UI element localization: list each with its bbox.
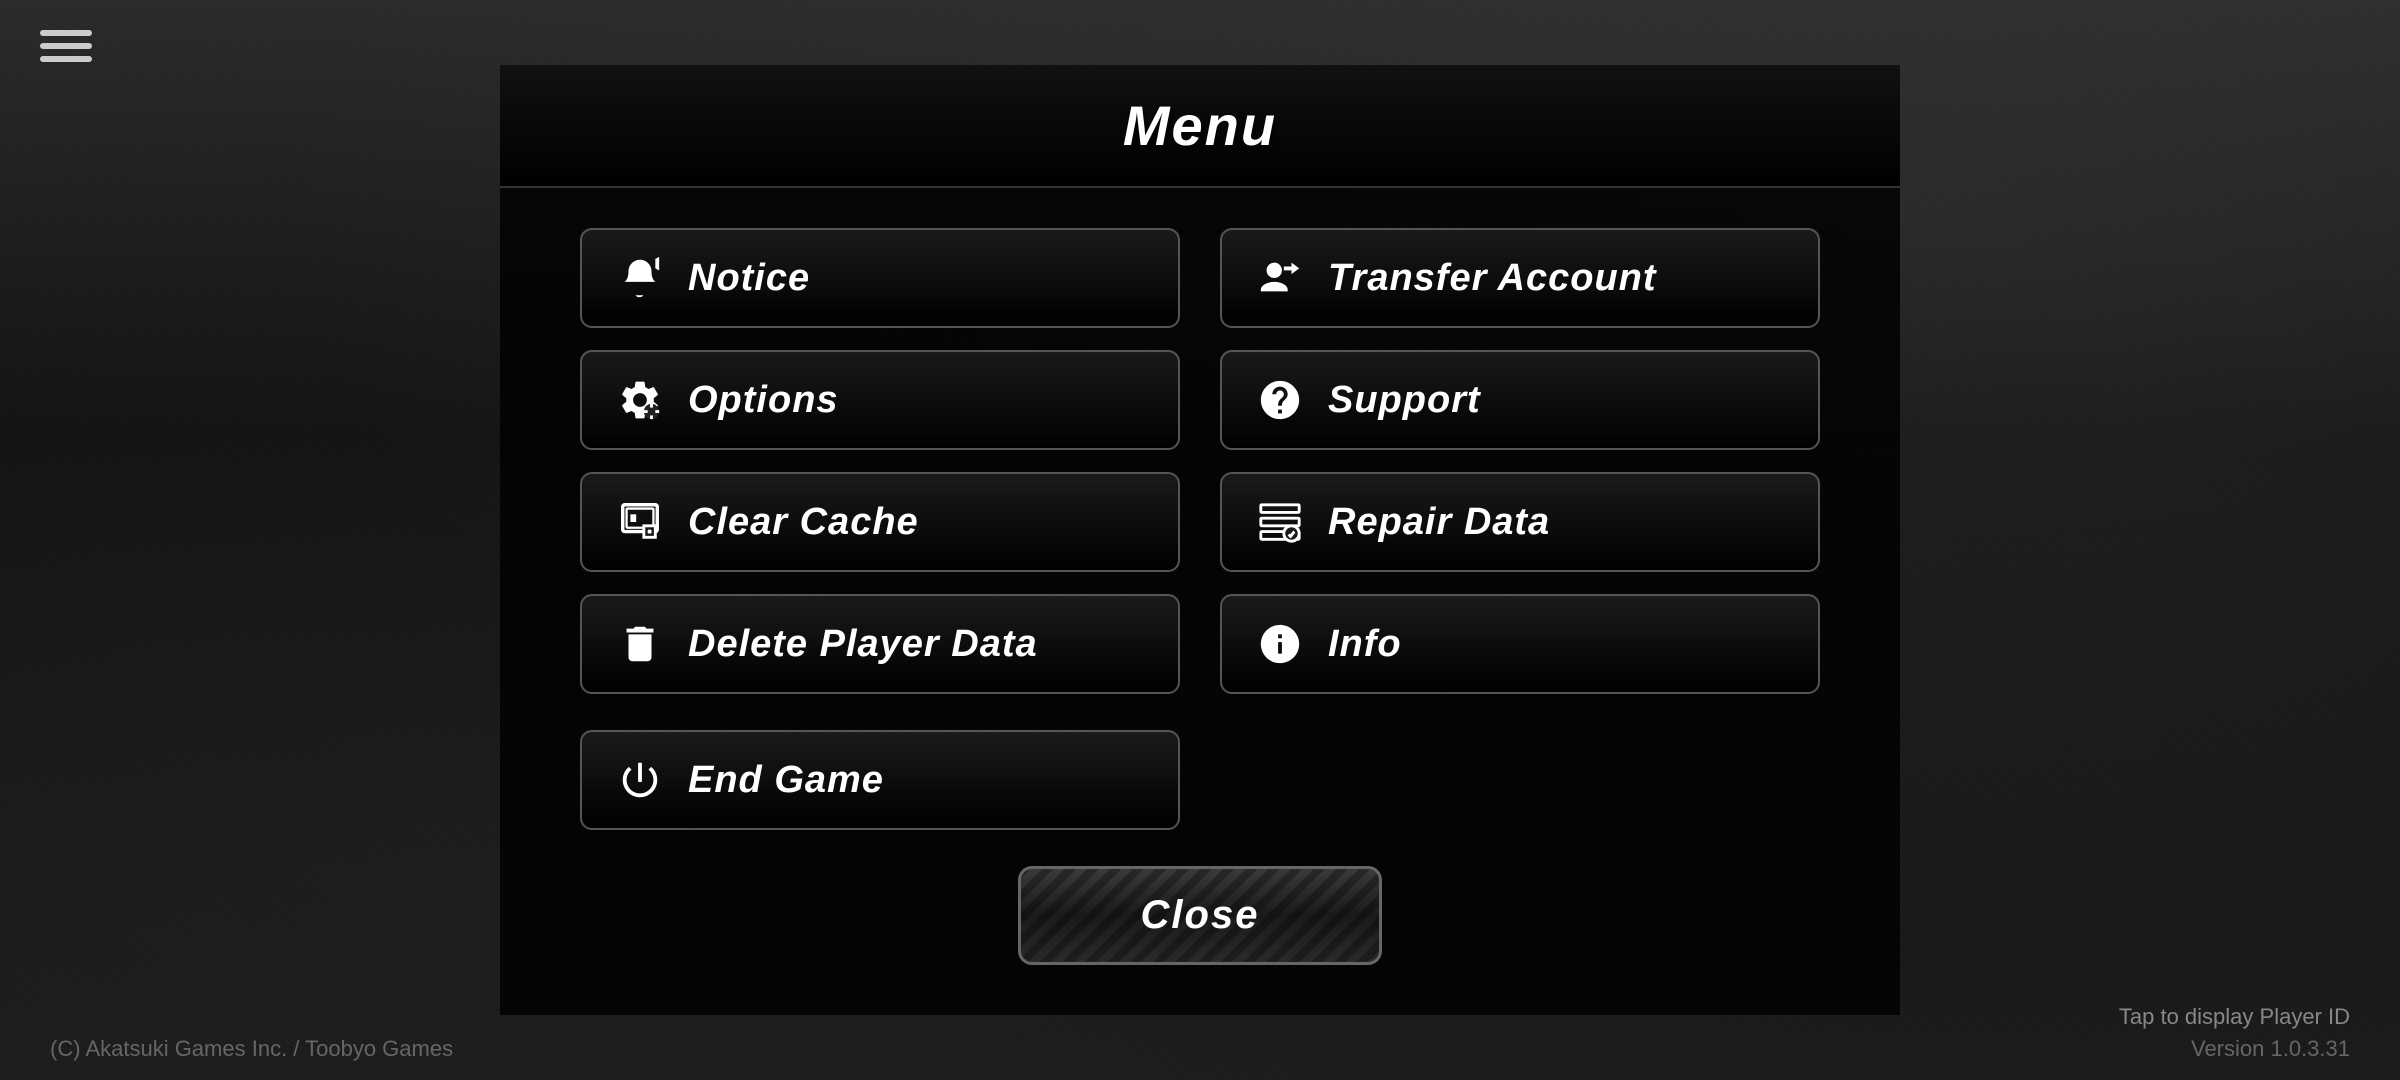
delete-player-data-button[interactable]: Delete Player Data — [580, 594, 1180, 694]
hamburger-button[interactable] — [40, 30, 92, 62]
close-row: Close — [500, 866, 1900, 965]
transfer-account-icon — [1254, 252, 1306, 304]
info-button[interactable]: Info — [1220, 594, 1820, 694]
close-button[interactable]: Close — [1018, 866, 1383, 965]
menu-panel: Menu Notice — [500, 65, 1900, 1015]
notice-label: Notice — [688, 257, 810, 300]
menu-grid: Notice Transfer Account — [500, 228, 1900, 694]
copyright-text: (C) Akatsuki Games Inc. / Toobyo Games — [50, 1036, 453, 1062]
info-icon — [1254, 618, 1306, 670]
menu-title-bar: Menu — [500, 65, 1900, 188]
options-button[interactable]: Options — [580, 350, 1180, 450]
delete-player-data-icon — [614, 618, 666, 670]
transfer-account-label: Transfer Account — [1328, 257, 1657, 300]
clear-cache-label: Clear Cache — [688, 501, 919, 544]
repair-data-label: Repair Data — [1328, 501, 1550, 544]
end-game-icon — [614, 754, 666, 806]
bottom-bar: (C) Akatsuki Games Inc. / Toobyo Games T… — [0, 986, 2400, 1080]
info-label: Info — [1328, 623, 1402, 666]
end-game-button[interactable]: End Game — [580, 730, 1180, 830]
support-label: Support — [1328, 379, 1481, 422]
delete-player-data-label: Delete Player Data — [688, 623, 1038, 666]
tap-display-text[interactable]: Tap to display Player ID — [2119, 1004, 2350, 1030]
version-text: Version 1.0.3.31 — [2191, 1036, 2350, 1062]
clear-cache-button[interactable]: Clear Cache — [580, 472, 1180, 572]
end-game-label: End Game — [688, 759, 884, 802]
support-button[interactable]: Support — [1220, 350, 1820, 450]
transfer-account-button[interactable]: Transfer Account — [1220, 228, 1820, 328]
options-icon — [614, 374, 666, 426]
menu-title: Menu — [500, 93, 1900, 158]
notice-button[interactable]: Notice — [580, 228, 1180, 328]
close-label: Close — [1141, 893, 1260, 937]
right-bottom: Tap to display Player ID Version 1.0.3.3… — [2119, 1004, 2350, 1062]
repair-data-button[interactable]: Repair Data — [1220, 472, 1820, 572]
clear-cache-icon — [614, 496, 666, 548]
menu-container: Menu Notice — [0, 0, 2400, 1080]
support-icon — [1254, 374, 1306, 426]
options-label: Options — [688, 379, 839, 422]
repair-data-icon — [1254, 496, 1306, 548]
notice-icon — [614, 252, 666, 304]
end-game-row: End Game — [500, 730, 1900, 830]
